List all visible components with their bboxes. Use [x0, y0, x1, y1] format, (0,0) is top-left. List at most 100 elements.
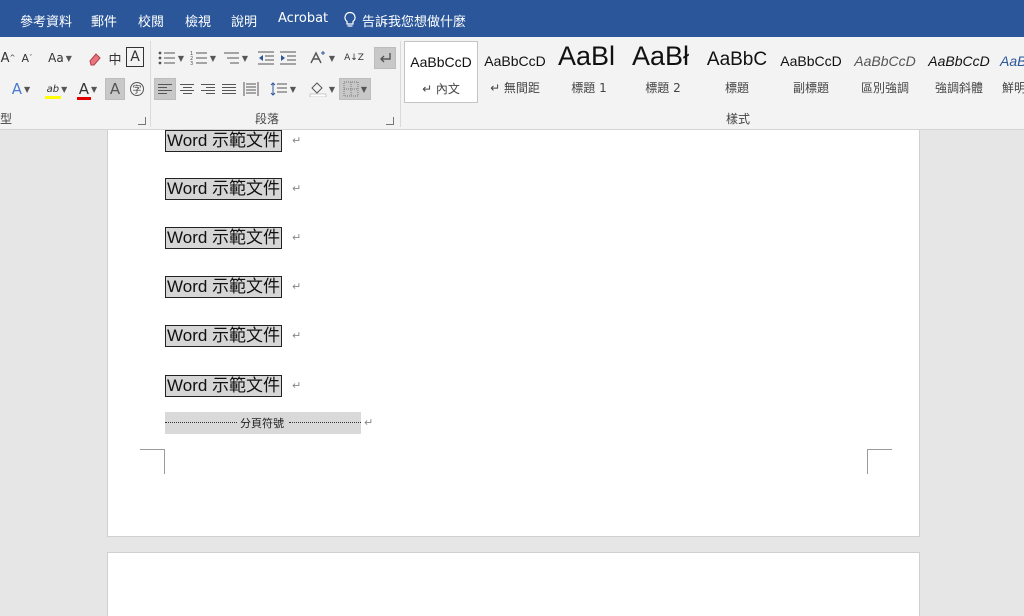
style-preview: AaBbCcD	[484, 53, 546, 69]
style-preview: AaBbCcD	[928, 53, 990, 69]
style-no-spacing[interactable]: AaBbCcD ↵ 無間距	[478, 41, 552, 103]
document-area[interactable]: Word 示範文件 ↵ Word 示範文件 ↵ Word 示範文件 ↵ Word…	[0, 130, 1024, 616]
font-dialog-launcher-icon[interactable]	[138, 117, 146, 125]
margin-corner-mark	[140, 449, 165, 474]
decrease-indent-button[interactable]	[256, 47, 276, 69]
font-color-button[interactable]: A ▼	[73, 78, 103, 100]
style-heading-2[interactable]: AaBł 標題 2	[626, 41, 700, 103]
phonetic-guide-button[interactable]: 中	[106, 47, 124, 69]
font-color-icon: A	[76, 80, 92, 100]
increase-indent-button[interactable]	[278, 47, 298, 69]
ribbon-tab-bar: 參考資料 郵件 校閱 檢視 說明 Acrobat 告訴我您想做什麼	[0, 0, 1024, 37]
tab-mailings[interactable]: 郵件	[91, 11, 117, 30]
tab-acrobat[interactable]: Acrobat	[278, 11, 328, 26]
page-break[interactable]: 分頁符號 ↵	[165, 412, 373, 434]
style-name: 副標題	[792, 81, 829, 95]
decrease-indent-icon	[258, 51, 274, 65]
paragraph-dialog-launcher-icon[interactable]	[386, 117, 394, 125]
distributed-icon	[243, 82, 259, 96]
paragraph-mark: ↵	[292, 329, 302, 342]
enclosed-char-icon: 字	[130, 82, 144, 96]
tab-review[interactable]: 校閱	[138, 11, 164, 30]
clear-format-button[interactable]	[86, 47, 104, 69]
phonetic-label: 中	[108, 52, 122, 68]
highlight-icon: ab	[44, 84, 62, 99]
chinese-layout-icon	[310, 51, 325, 64]
line-text: Word 示範文件	[165, 375, 283, 397]
style-emphasis[interactable]: AaBbCcD 強調斜體	[922, 41, 996, 103]
line-spacing-icon	[270, 82, 287, 96]
style-subtitle[interactable]: AaBbCcD 副標題	[774, 41, 848, 103]
group-divider	[400, 41, 401, 127]
document-page-next[interactable]	[107, 552, 920, 616]
style-name: 標題 2	[645, 81, 681, 95]
text-effects-button[interactable]: A ▼	[6, 78, 36, 100]
tab-references[interactable]: 參考資料	[20, 11, 72, 30]
style-title[interactable]: AaBbC 標題	[700, 41, 774, 103]
align-center-button[interactable]	[177, 78, 197, 100]
change-case-button[interactable]: Aa ▼	[46, 47, 74, 69]
char-shading-button[interactable]: A	[105, 78, 125, 100]
align-left-button[interactable]	[154, 78, 176, 100]
eraser-icon	[89, 53, 101, 66]
char-border-button[interactable]: A	[126, 47, 144, 67]
highlight-button[interactable]: ab ▼	[42, 78, 72, 100]
style-normal[interactable]: AaBbCcD ↵ 內文	[404, 41, 478, 103]
page-break-label: 分頁符號	[240, 417, 284, 430]
chevron-down-icon: ▼	[177, 53, 185, 63]
lightbulb-icon	[344, 11, 356, 27]
style-preview: AaBbCcD	[780, 53, 842, 69]
align-right-button[interactable]	[198, 78, 218, 100]
styles-group-label: 樣式	[726, 112, 751, 126]
multilevel-list-icon	[223, 52, 239, 64]
paragraph-mark-icon	[380, 53, 391, 63]
show-hide-marks-button[interactable]	[374, 47, 396, 69]
svg-text:字: 字	[132, 84, 141, 96]
shrink-font-button[interactable]: Aˇ	[19, 47, 35, 69]
chevron-down-icon: ▼	[360, 84, 368, 94]
distributed-button[interactable]	[241, 78, 261, 100]
page-break-dotted-line	[165, 422, 237, 423]
paragraph-mark: ↵	[292, 231, 302, 244]
chevron-down-icon: ▼	[241, 53, 249, 63]
line-text: Word 示範文件	[165, 130, 283, 152]
sort-button[interactable]: A↓Z	[344, 47, 364, 69]
line-text: Word 示範文件	[165, 227, 283, 249]
increase-indent-icon	[280, 51, 296, 65]
style-preview: AaB	[1000, 53, 1024, 69]
font-group-label: 型	[0, 112, 13, 126]
ribbon: A ^ Aˇ Aa ▼ 中 A A ▼ ab ▼ A ▼ A 字 型 ▼ 1 2 3 ▼ ▼ ▼…	[0, 37, 1024, 130]
style-subtle-emphasis[interactable]: AaBbCcD 區別強調	[848, 41, 922, 103]
align-right-icon	[201, 84, 215, 94]
style-name: 標題	[724, 81, 749, 95]
multilevel-list-button[interactable]: ▼	[220, 47, 250, 69]
chinese-layout-button[interactable]: ▼	[307, 47, 337, 69]
justify-button[interactable]	[219, 78, 239, 100]
margin-corner-mark	[867, 449, 892, 474]
style-preview: AaBbCcD	[410, 54, 472, 70]
tab-help[interactable]: 說明	[231, 11, 257, 30]
paragraph-mark: ↵	[364, 416, 374, 429]
grow-font-button[interactable]: A ^	[0, 47, 16, 69]
font-color-label: A	[78, 80, 90, 98]
style-intense-emphasis[interactable]: AaB 鮮明	[996, 41, 1024, 103]
paragraph-mark: ↵	[292, 280, 302, 293]
bullets-button[interactable]: ▼	[156, 47, 186, 69]
shading-button[interactable]: ▼	[307, 78, 337, 100]
tab-view[interactable]: 檢視	[185, 11, 211, 30]
enclose-char-button[interactable]: 字	[128, 78, 146, 100]
line-text: Word 示範文件	[165, 178, 283, 200]
style-name: ↵ 無間距	[490, 81, 540, 95]
paragraph-mark: ↵	[292, 379, 302, 392]
style-preview: AaBbC	[706, 49, 768, 70]
numbering-button[interactable]: 1 2 3 ▼	[188, 47, 218, 69]
chevron-down-icon: ▼	[24, 84, 31, 94]
justify-icon	[222, 84, 236, 94]
paragraph-group-label: 段落	[255, 112, 280, 126]
char-border-label: A	[130, 49, 140, 65]
borders-button[interactable]: ▼	[339, 78, 371, 100]
paint-bucket-icon	[309, 82, 327, 97]
bullet-list-icon	[158, 51, 175, 65]
style-heading-1[interactable]: AaBl 標題 1	[552, 41, 626, 103]
line-spacing-button[interactable]: ▼	[268, 78, 298, 100]
